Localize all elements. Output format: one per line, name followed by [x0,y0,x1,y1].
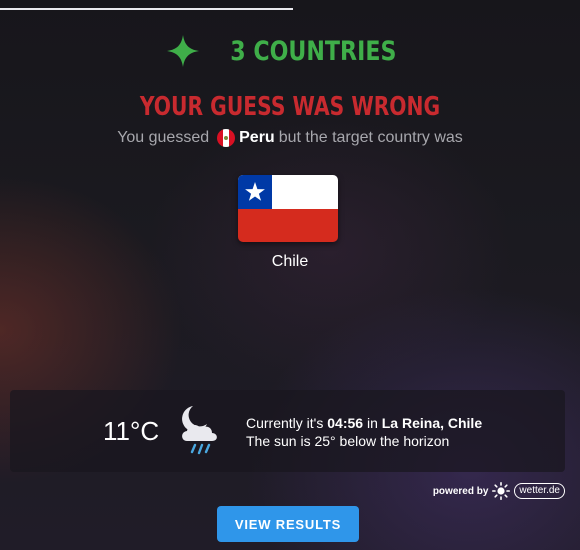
chile-flag-icon [238,175,338,242]
temperature: 11°C [103,416,160,446]
location: La Reina, Chile [381,415,483,431]
view-results-button[interactable]: View results [217,506,359,542]
weather-description: Currently it's 04:56 in La Reina, Chile … [246,414,482,450]
result-title: Your guess was wrong [139,92,441,122]
location-prefix: in [366,415,378,431]
wetter-logo[interactable]: wetter.de [514,483,565,499]
countries-count: 3 Countries [229,35,397,67]
guess-prefix: You guessed [117,129,210,146]
sparkle-icon [166,35,199,67]
local-time: 04:56 [327,415,364,431]
current-time-line: Currently it's 04:56 in La Reina, Chile [246,414,482,432]
guess-summary: You guessed Peru but the target country … [0,129,580,147]
guessed-country: Peru [239,129,275,146]
progress-bar [0,8,293,10]
sun-info: The sun is 25° below the horizon [246,433,450,449]
powered-by-label: powered by [432,485,489,497]
weather-card: 11°C Currently it's 04:56 in La Reina, C… [10,390,565,472]
peru-flag-icon [217,129,236,147]
countries-header: 3 Countries [0,34,580,68]
target-country: Chile [271,253,309,270]
sun-icon [492,482,511,500]
night-rain-icon [182,406,217,455]
guess-suffix: but the target country was [278,129,463,146]
weather-attribution: powered by wetter.de [433,482,565,500]
currently-prefix: Currently it's [246,415,324,431]
